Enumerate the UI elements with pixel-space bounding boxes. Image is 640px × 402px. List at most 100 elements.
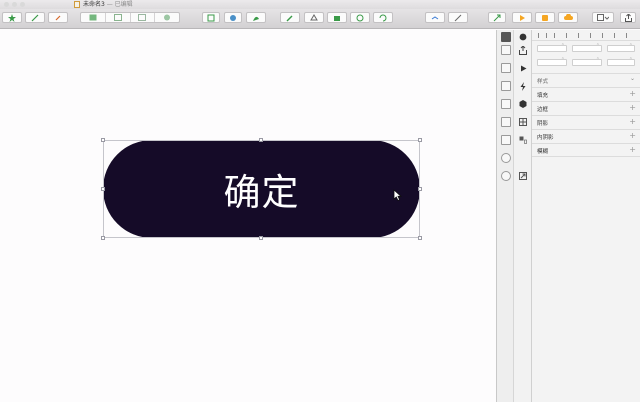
ungroup-button[interactable]: [106, 13, 131, 22]
fill-section[interactable]: 填充 +: [532, 87, 640, 101]
grid-mode-button[interactable]: [518, 117, 528, 127]
hexagon-icon: [519, 100, 527, 108]
group-icon: [89, 14, 97, 21]
distribute-vertical-icon[interactable]: [614, 33, 620, 38]
artboard-tab[interactable]: [501, 81, 511, 91]
text-mode-button[interactable]: [518, 135, 528, 145]
rotate-icon: [310, 13, 318, 20]
align-top-icon[interactable]: [578, 33, 584, 38]
position-x-field[interactable]: [537, 43, 567, 52]
layout-tab[interactable]: [501, 117, 511, 127]
align-bottom-icon[interactable]: [602, 33, 608, 38]
resize-handle-bottom-right[interactable]: [418, 236, 422, 240]
align-middle-icon[interactable]: [590, 33, 596, 38]
zoom-window-button[interactable]: [20, 2, 25, 7]
resize-handle-middle-left[interactable]: [101, 187, 105, 191]
style-header[interactable]: 样式 ⌄: [532, 73, 640, 87]
create-symbol-button[interactable]: [155, 13, 179, 22]
resize-handle-top-center[interactable]: [259, 138, 263, 142]
hand-tool-tab[interactable]: [501, 153, 511, 163]
add-shadow-icon[interactable]: +: [629, 117, 636, 127]
library-tab[interactable]: [501, 63, 511, 73]
scale-button[interactable]: [373, 12, 393, 23]
add-inner-shadow-icon[interactable]: +: [629, 131, 636, 141]
blur-section-label: 模糊: [537, 149, 549, 155]
align-center-icon[interactable]: [546, 33, 552, 38]
symbol-button[interactable]: [131, 13, 156, 22]
export-mode-button[interactable]: [518, 45, 528, 55]
align-right-icon[interactable]: [554, 33, 560, 38]
blur-section[interactable]: 模糊 +: [532, 143, 640, 157]
resize-handle-bottom-left[interactable]: [101, 236, 105, 240]
close-window-button[interactable]: [4, 2, 9, 7]
grid-icon: [519, 118, 527, 126]
export-button[interactable]: [620, 12, 636, 23]
union-button[interactable]: [425, 12, 445, 23]
resize-handle-top-left[interactable]: [101, 138, 105, 142]
group-button[interactable]: [81, 13, 106, 22]
pencil-button[interactable]: [25, 12, 45, 23]
upload-icon: [519, 45, 527, 55]
resize-handle-bottom-center[interactable]: [259, 236, 263, 240]
text-tool-button[interactable]: [48, 12, 68, 23]
resize-handle-top-right[interactable]: [418, 138, 422, 142]
insert-button[interactable]: [2, 12, 22, 23]
prototype-mode-button[interactable]: [518, 63, 528, 73]
component-mode-button[interactable]: [518, 99, 528, 109]
rectangle-button[interactable]: [202, 12, 220, 23]
vector-icon: [253, 16, 259, 21]
title-bar: 未命名3 — 已编辑: [0, 0, 640, 9]
resize-handle-middle-right[interactable]: [418, 187, 422, 191]
text-icon: [55, 15, 61, 20]
border-section[interactable]: 边框 +: [532, 101, 640, 115]
flatten-button[interactable]: [327, 12, 347, 23]
add-fill-icon[interactable]: +: [629, 89, 636, 99]
position-y-field[interactable]: [572, 43, 602, 52]
style-mode-button[interactable]: [518, 32, 528, 42]
subtract-button[interactable]: [448, 12, 468, 23]
window-title: 未命名3 — 已编辑: [83, 0, 133, 9]
image-tab[interactable]: [501, 99, 511, 109]
insert-icon: [8, 13, 16, 22]
layers-tab[interactable]: [501, 32, 511, 42]
history-tab[interactable]: [501, 171, 511, 181]
play-icon: [520, 14, 525, 21]
align-left-icon[interactable]: [538, 33, 544, 38]
align-extra-icon[interactable]: [626, 33, 632, 38]
shadow-section[interactable]: 阴影 +: [532, 115, 640, 129]
mirror-button[interactable]: [535, 12, 555, 23]
selection-frame: [103, 140, 420, 238]
vector-button[interactable]: [246, 12, 266, 23]
link-out-icon: [519, 172, 527, 180]
symbols-tab[interactable]: [501, 135, 511, 145]
oval-button[interactable]: [224, 12, 242, 23]
share-tab[interactable]: [501, 45, 511, 55]
link-mode-button[interactable]: [518, 171, 528, 181]
add-blur-icon[interactable]: +: [629, 145, 636, 155]
width-field[interactable]: [537, 57, 567, 66]
view-menu-button[interactable]: [592, 12, 614, 23]
document-name: 未命名3: [83, 1, 105, 8]
cloud-button[interactable]: [558, 12, 578, 23]
height-field[interactable]: [572, 57, 602, 66]
mirror-icon: [542, 14, 548, 21]
preview-button[interactable]: [512, 12, 532, 23]
panel-tabs: [496, 30, 514, 402]
interaction-mode-button[interactable]: [518, 81, 528, 91]
mask-button[interactable]: [350, 12, 370, 23]
play-small-icon: [520, 65, 526, 71]
add-border-icon[interactable]: +: [629, 103, 636, 113]
subtract-icon: [454, 14, 462, 21]
lock-ratio-field[interactable]: [607, 57, 635, 66]
create-symbol-icon: [164, 14, 171, 21]
scale-up-button[interactable]: [488, 12, 506, 23]
mask-icon: [356, 14, 364, 21]
rotation-field[interactable]: [607, 43, 635, 52]
distribute-horizontal-icon[interactable]: [566, 33, 572, 38]
rotate-button[interactable]: [304, 12, 324, 23]
inner-shadow-section[interactable]: 内阴影 +: [532, 129, 640, 143]
app-window: 未命名3 — 已编辑 确定 ⌃ ⌃ ⌃ ⌃ ⌃ ⌃ 样式 ⌄ 填充 + 边框 +…: [0, 0, 640, 402]
minimize-window-button[interactable]: [12, 2, 17, 7]
mouse-cursor-icon: [393, 189, 402, 201]
edit-button[interactable]: [280, 12, 300, 23]
